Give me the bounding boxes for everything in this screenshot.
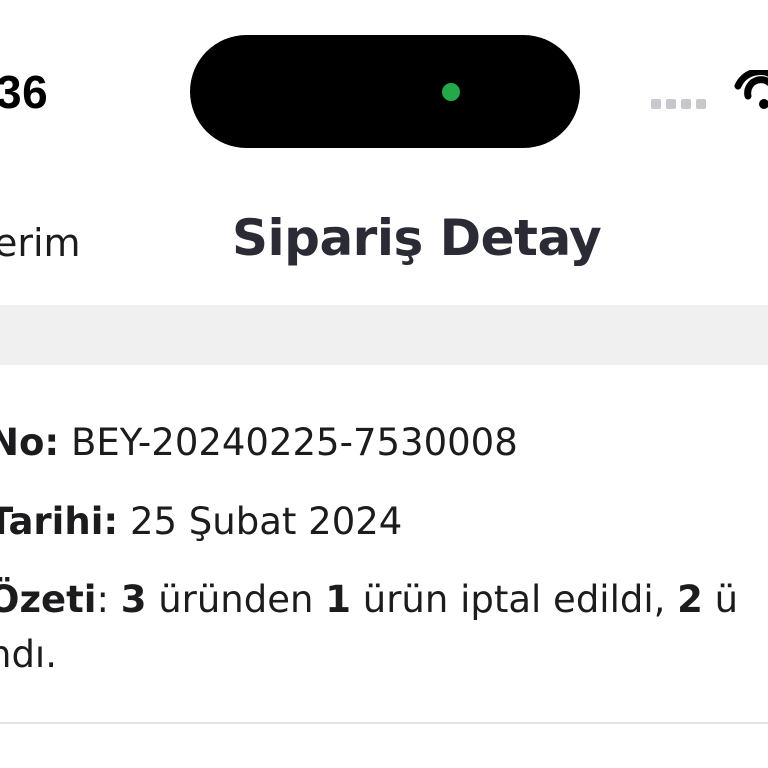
wifi-icon <box>734 70 768 109</box>
status-time: 36 <box>0 66 49 118</box>
order-summary-colon: : <box>96 578 121 621</box>
order-summary-text-1: üründen <box>146 578 326 621</box>
order-summary-row: Özeti: 3 üründen 1 ürün iptal edildi, 2 … <box>0 575 738 625</box>
section-separator <box>0 305 768 365</box>
order-number-row: No: BEY-20240225-7530008 <box>0 418 518 468</box>
page-title: Sipariş Detay <box>232 209 602 267</box>
order-number-label: No: <box>0 421 60 464</box>
order-summary-label: Özeti <box>0 578 97 621</box>
order-detail-screen: 36 erim Sipariş Detay No: BEY-20240225-7… <box>0 0 768 768</box>
order-summary-text-2: ürün iptal edildi, <box>350 578 678 621</box>
cellular-signal-icon <box>651 99 706 109</box>
order-date-row: Tarihi: 25 Şubat 2024 <box>0 497 402 547</box>
section-divider <box>0 722 768 724</box>
privacy-indicator-dot <box>442 83 460 101</box>
order-summary-total-count: 3 <box>120 578 147 621</box>
order-summary-text-3: ü <box>702 578 739 621</box>
order-number-value: BEY-20240225-7530008 <box>59 421 518 464</box>
order-date-value: 25 Şubat 2024 <box>118 500 403 543</box>
back-button[interactable]: erim <box>0 218 81 268</box>
order-summary-continuation: ndı. <box>0 633 57 676</box>
order-summary-cancelled-count: 1 <box>325 578 351 621</box>
order-date-label: Tarihi: <box>0 500 119 543</box>
order-summary-remaining-count: 2 <box>677 578 703 621</box>
dynamic-island <box>190 35 580 148</box>
